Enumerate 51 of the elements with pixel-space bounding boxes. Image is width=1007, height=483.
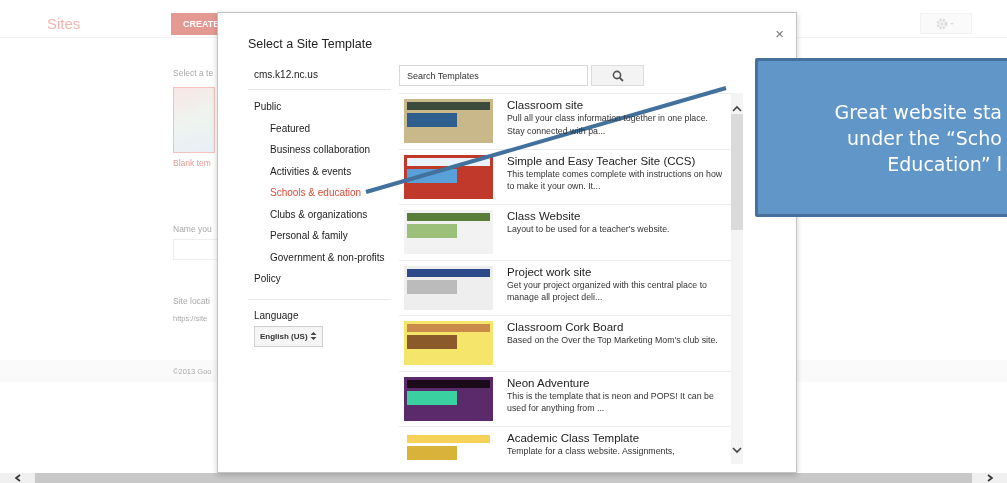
horizontal-scrollbar[interactable] <box>0 473 1007 483</box>
template-title: Classroom Cork Board <box>507 321 625 333</box>
category-link[interactable]: Public <box>254 96 282 118</box>
template-description: Layout to be used for a teacher's website. <box>507 223 670 236</box>
template-description: This is the template that is neon and POPS! It can be used for anything from ... <box>507 389 715 415</box>
category-link[interactable]: Policy <box>254 268 281 290</box>
template-item[interactable]: Classroom Cork Board Based on the Over the Top Marketing Mom's club site. <box>399 315 731 371</box>
category-link[interactable]: Business collaboration <box>270 139 371 161</box>
template-description: This template comes complete with instructions on how to make it your own. It... <box>507 167 724 193</box>
template-item[interactable]: Project work site Get your project organized with this central place to manage all project deli... <box>399 259 731 315</box>
scroll-up-icon[interactable] <box>732 105 742 112</box>
search-button[interactable] <box>591 65 644 86</box>
template-description: Based on the Over the Top Marketing Mom's club site. <box>507 334 718 347</box>
category-link[interactable]: Clubs & organizations <box>270 203 368 225</box>
blank-template-thumbnail[interactable] <box>173 87 215 154</box>
template-item[interactable]: Class Website Layout to be used for a teacher's website. <box>399 204 731 260</box>
callout-text: Education” l <box>887 152 1002 175</box>
template-title: Academic Class Template <box>507 432 641 444</box>
template-title: Simple and Easy Teacher Site (CCS) <box>507 154 697 167</box>
search-field[interactable]: Search Templates <box>399 65 588 86</box>
app-title: Sites <box>47 15 82 32</box>
language-label: Language <box>254 309 299 321</box>
template-title: Classroom site <box>507 99 585 111</box>
template-item[interactable]: Simple and Easy Teacher Site (CCS) This template comes complete with instructions on how to make it your own. It... <box>399 148 731 204</box>
scroll-down-icon[interactable] <box>732 447 742 454</box>
gear-icon <box>935 17 957 30</box>
template-description: Template for a class website. Assignments, <box>507 445 675 458</box>
template-title: Class Website <box>507 210 582 222</box>
category-link[interactable]: Activities & events <box>270 160 352 182</box>
template-title: Project work site <box>507 265 593 278</box>
category-link[interactable]: Featured <box>270 117 311 139</box>
sort-arrows-icon <box>310 331 317 341</box>
category-link[interactable]: Personal & family <box>270 225 348 247</box>
search-icon <box>611 69 624 82</box>
category-link[interactable]: Schools & education <box>270 182 362 204</box>
close-button[interactable]: × <box>775 25 784 42</box>
template-item[interactable]: Academic Class Template Template for a class website. Assignments, <box>399 426 731 472</box>
language-select[interactable]: English (US) <box>254 325 323 347</box>
template-caption: Blank tem <box>173 158 211 169</box>
callout-text: Great website sta <box>834 100 1002 123</box>
vertical-scrollbar[interactable] <box>731 93 743 464</box>
name-label: Name you <box>173 224 212 235</box>
location-label: Site locati <box>173 296 210 306</box>
domain-label: cms.k12.nc.us <box>254 69 318 80</box>
template-title: Neon Adventure <box>507 376 591 389</box>
template-item[interactable]: Neon Adventure This is the template that is neon and POPS! It can be used for anything from ... <box>399 370 731 426</box>
template-description: Get your project organized with this central place to manage all project deli... <box>507 278 708 304</box>
callout-text: under the “Scho <box>847 126 1002 149</box>
dialog-title: Select a Site Template <box>248 37 373 51</box>
category-link[interactable]: Government & non-profits <box>270 246 385 268</box>
section-label: Select a te <box>173 68 214 78</box>
